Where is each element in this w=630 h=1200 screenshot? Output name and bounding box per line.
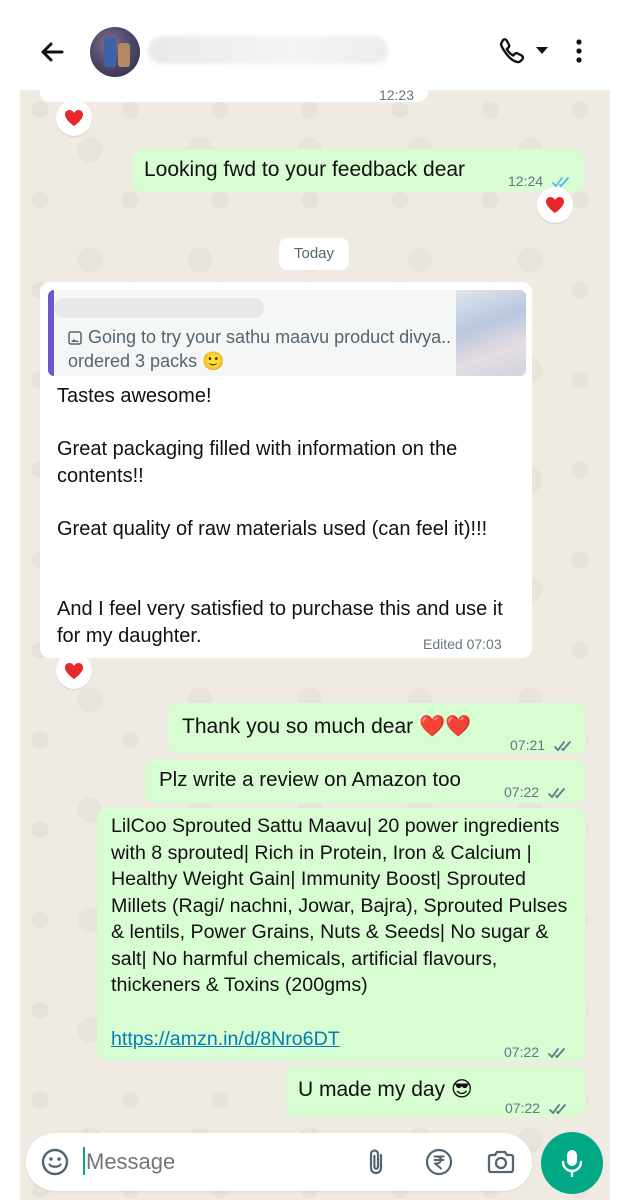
message-bubble-outgoing[interactable]: LilCoo Sprouted Sattu Maavu| 20 power in… [97,808,586,1061]
heart-icon [546,197,564,213]
message-bubble-outgoing[interactable]: Plz write a review on Amazon too 07:22 [145,760,586,803]
message-time: 12:23 [378,87,414,103]
message-text: LilCoo Sprouted Sattu Maavu| 20 power in… [111,815,573,996]
message-text: Plz write a review on Amazon too [159,768,461,791]
contact-name[interactable] [148,36,388,64]
text-caret [83,1147,85,1175]
heart-icon [65,110,83,126]
quoted-text: Going to try your sathu maavu product di… [68,327,452,371]
message-meta: 07:21 [510,732,574,759]
avatar[interactable] [90,27,140,77]
sticker-icon[interactable] [40,1147,70,1177]
phone-icon[interactable] [496,36,526,66]
message-text: U made my day 😎 [298,1078,473,1101]
quoted-thumbnail [456,290,526,376]
message-meta: 07:22 [505,1095,569,1122]
heart-icon [65,663,83,679]
message-composer [26,1133,532,1191]
voice-message-button[interactable] [541,1132,603,1194]
chevron-down-icon[interactable] [532,40,552,60]
delivered-ticks-icon [554,741,571,752]
chat-header [0,0,630,90]
camera-icon[interactable] [485,1147,517,1177]
message-time: 07:22 [505,1100,541,1116]
mic-icon [561,1150,583,1178]
message-time: Edited 07:03 [423,636,502,652]
arrow-left-icon[interactable] [36,36,68,68]
heart-reaction[interactable] [56,653,92,689]
message-bubble-outgoing[interactable]: Looking fwd to your feedback dear 12:24 [132,149,584,192]
rupee-payment-icon[interactable] [424,1147,454,1177]
delivered-ticks-icon [548,1048,565,1059]
message-text: Thank you so much dear ❤️❤️ [182,715,472,738]
message-text: Great quality of raw materials used (can… [57,518,488,540]
message-text: Looking fwd to your feedback dear [144,158,466,181]
product-link[interactable]: https://amzn.in/d/8Nro6DT [111,1026,340,1053]
message-time: 12:24 [508,173,544,189]
message-input[interactable] [86,1143,346,1181]
message-meta: 07:22 [504,1039,568,1066]
message-time: 07:21 [510,737,546,753]
more-vertical-icon[interactable] [568,36,598,66]
message-bubble-outgoing[interactable]: Thank you so much dear ❤️❤️ 07:21 [168,703,586,754]
quoted-message[interactable]: Going to try your sathu maavu product di… [48,290,526,376]
date-divider: Today [279,238,349,270]
message-time: 07:22 [504,1044,540,1060]
message-text: Tastes awesome! [57,385,212,407]
quoted-author [54,298,264,318]
heart-reaction[interactable] [537,187,573,223]
heart-reaction[interactable] [56,100,92,136]
delivered-ticks-icon [548,788,565,799]
message-bubble-previous[interactable]: 12:23 [40,84,428,103]
message-text: Great packaging filled with information … [57,438,463,487]
delivered-ticks-icon [549,1104,566,1115]
message-bubble-outgoing[interactable]: U made my day 😎 07:22 [286,1066,586,1117]
message-time: 07:22 [504,784,540,800]
attach-icon[interactable] [364,1147,388,1177]
message-meta: 07:22 [504,779,568,806]
